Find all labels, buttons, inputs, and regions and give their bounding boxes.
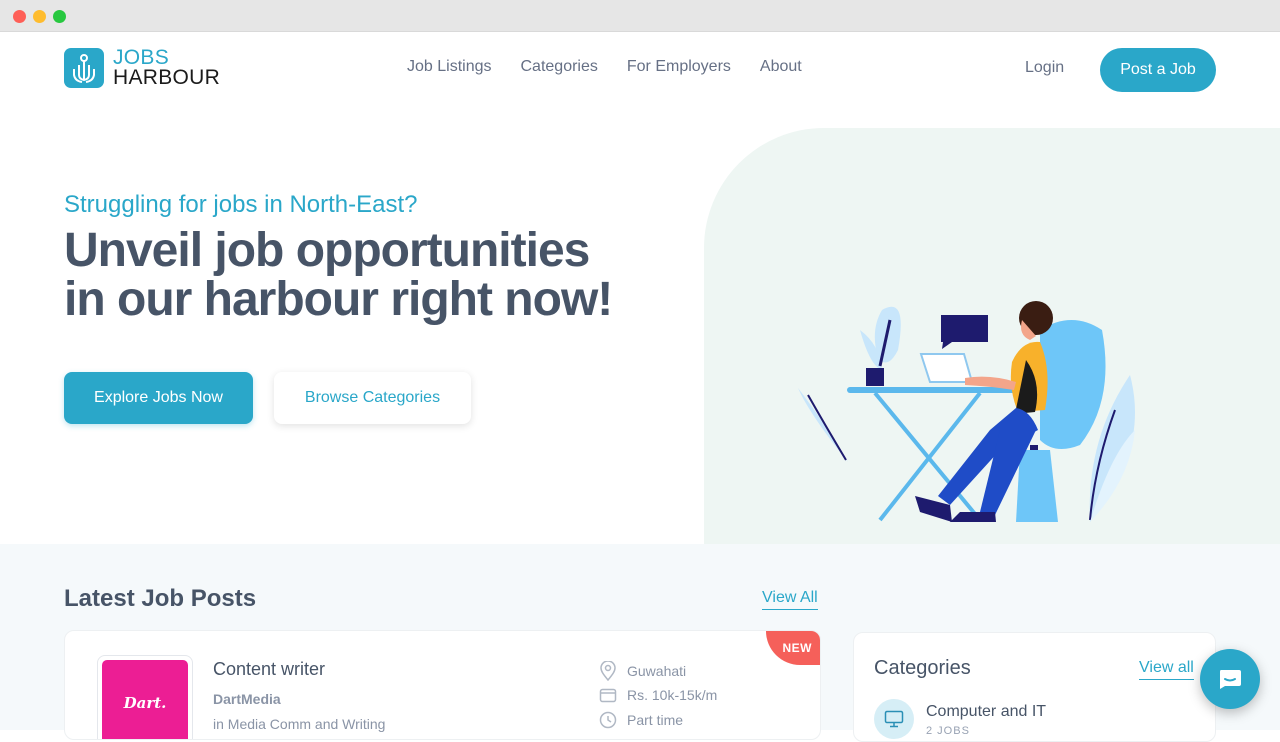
brand-logo[interactable]: JOBS HARBOUR bbox=[64, 46, 221, 89]
top-navigation: JOBS HARBOUR Job Listings Categories For… bbox=[0, 32, 1280, 108]
nav-job-listings[interactable]: Job Listings bbox=[407, 58, 492, 76]
job-location-row: Guwahati bbox=[599, 661, 686, 681]
headline-line-2: in our harbour right now! bbox=[64, 273, 613, 326]
nav-for-employers[interactable]: For Employers bbox=[627, 58, 731, 76]
job-salary-row: Rs. 10k-15k/m bbox=[599, 686, 717, 704]
company-logo-frame: Dart. bbox=[97, 655, 193, 739]
maximize-window-button[interactable] bbox=[53, 10, 66, 23]
chat-icon bbox=[1220, 670, 1241, 689]
clock-icon bbox=[599, 711, 617, 729]
job-type: Part time bbox=[627, 712, 684, 728]
close-window-button[interactable] bbox=[13, 10, 26, 23]
job-type-row: Part time bbox=[599, 711, 683, 729]
categories-title: Categories bbox=[874, 657, 971, 679]
explore-jobs-button[interactable]: Explore Jobs Now bbox=[64, 372, 253, 424]
new-badge: NEW bbox=[766, 631, 820, 665]
anchor-icon bbox=[64, 48, 104, 88]
view-all-categories-link[interactable]: View all bbox=[1139, 659, 1194, 680]
minimize-window-button[interactable] bbox=[33, 10, 46, 23]
hero-tagline: Struggling for jobs in North-East? bbox=[64, 191, 418, 218]
hero-headline: Unveil job opportunities in our harbour … bbox=[64, 226, 684, 324]
job-company: DartMedia bbox=[213, 691, 281, 707]
latest-jobs-title: Latest Job Posts bbox=[64, 585, 257, 612]
chat-widget-button[interactable] bbox=[1200, 649, 1260, 709]
browser-chrome bbox=[0, 0, 1280, 32]
browse-categories-button[interactable]: Browse Categories bbox=[274, 372, 471, 424]
monitor-icon bbox=[874, 699, 914, 739]
job-location: Guwahati bbox=[627, 663, 687, 679]
wallet-icon bbox=[599, 688, 617, 703]
login-link[interactable]: Login bbox=[1025, 59, 1064, 77]
view-all-jobs-link[interactable]: View All bbox=[762, 589, 818, 610]
hero-illustration bbox=[798, 301, 1135, 522]
job-title[interactable]: Content writer bbox=[213, 659, 325, 680]
brand-line2: HARBOUR bbox=[113, 66, 221, 89]
job-card[interactable]: NEW Dart. Content writer DartMedia in Me… bbox=[64, 630, 821, 740]
nav-about[interactable]: About bbox=[760, 58, 802, 76]
nav-categories[interactable]: Categories bbox=[521, 58, 598, 76]
category-job-count: 2 JOBS bbox=[926, 725, 970, 737]
category-item-computer-it[interactable]: Computer and IT bbox=[926, 703, 1046, 721]
headline-line-1: Unveil job opportunities bbox=[64, 224, 590, 277]
location-pin-icon bbox=[600, 661, 616, 681]
categories-card: Categories View all Computer and IT 2 JO… bbox=[853, 632, 1216, 742]
main-menu: Job Listings Categories For Employers Ab… bbox=[407, 58, 802, 76]
brand-line1: JOBS bbox=[113, 46, 170, 69]
job-salary: Rs. 10k-15k/m bbox=[627, 687, 718, 703]
company-logo: Dart. bbox=[102, 660, 188, 739]
post-job-button[interactable]: Post a Job bbox=[1100, 48, 1216, 92]
